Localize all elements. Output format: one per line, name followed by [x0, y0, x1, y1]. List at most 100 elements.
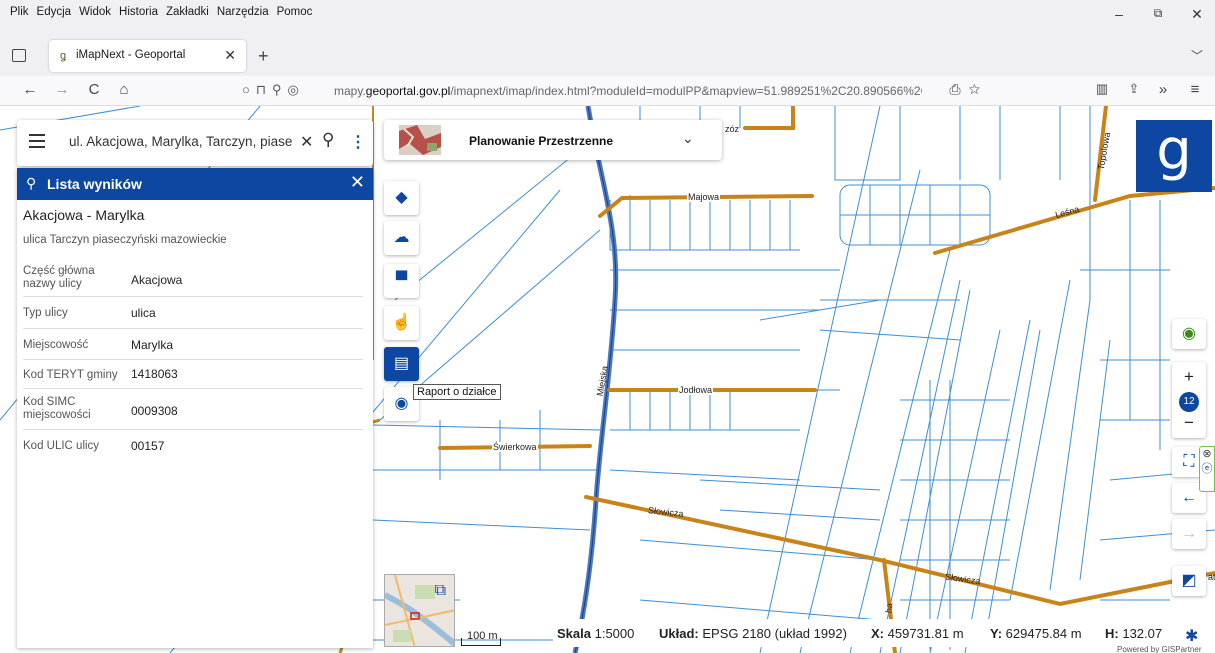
chevron-down-icon: ⌄: [682, 130, 694, 146]
shapes-icon: ◩: [1181, 572, 1197, 589]
home-button[interactable]: ⌂: [114, 81, 134, 98]
street-label-at: at: [1208, 572, 1215, 582]
attr-key: Miejscowość: [23, 339, 89, 351]
attr-value: 00157: [131, 439, 165, 453]
forward-button[interactable]: →: [52, 81, 72, 98]
app-menu-icon[interactable]: ≡: [1185, 81, 1205, 98]
result-subtitle: ulica Tarczyn piaseczyński mazowieckie: [23, 234, 227, 246]
attr-value: 0009308: [131, 404, 178, 418]
zoom-control: + 12 −: [1172, 362, 1206, 438]
menu-narzedzia[interactable]: Narzędzia: [213, 6, 273, 18]
tab-list-icon[interactable]: [12, 49, 26, 62]
overflow-icon[interactable]: »: [1153, 81, 1173, 98]
attr-row: Część główna nazwy ulicy Akacjowa: [23, 260, 363, 297]
print-icon: ▀: [395, 272, 408, 289]
street-label-ha: ha: [883, 602, 895, 614]
height-readout: H: 132.07: [1105, 626, 1163, 641]
next-view-button[interactable]: →: [1172, 519, 1206, 549]
attr-row: Kod TERYT gminy 1418063: [23, 360, 363, 389]
tab-title: iMapNext - Geoportal: [76, 49, 186, 61]
attr-value: Marylka: [131, 338, 174, 352]
attr-row: Kod ULIC ulicy 00157: [23, 430, 363, 460]
menu-items: Plik Edycja Widok Historia Zakładki Narz…: [6, 6, 316, 18]
fullscreen-icon: ⛶: [1183, 453, 1195, 470]
identify-button[interactable]: ☝: [384, 306, 419, 340]
attr-key: Typ ulicy: [23, 307, 68, 319]
attr-key: Kod SIMC miejscowości: [23, 396, 91, 421]
parcel-report-button[interactable]: ▤: [384, 347, 419, 381]
attr-key: Kod ULIC ulicy: [23, 440, 100, 452]
search-panel: ✕ ⚲ ⋮: [17, 120, 373, 166]
close-window-button[interactable]: ✕: [1182, 6, 1212, 23]
external-link-icon[interactable]: ⧉: [435, 582, 446, 600]
menu-edycja[interactable]: Edycja: [33, 6, 76, 18]
attr-value: 1418063: [131, 367, 178, 381]
menu-zakladki[interactable]: Zakładki: [162, 6, 213, 18]
site-info-icons[interactable]: ○⊓⚲◎: [242, 82, 305, 98]
layers-icon: ◆: [395, 189, 408, 206]
tab-imapnext[interactable]: ǥ iMapNext - Geoportal ✕: [49, 40, 246, 72]
results-panel: ⚲ Lista wyników ✕ Akacjowa - Marylka uli…: [17, 168, 373, 648]
powered-by: Powered by GISPartner: [1117, 645, 1202, 653]
attr-key: Część główna nazwy ulicy: [23, 265, 95, 290]
clipboard-icon: ▤: [393, 355, 410, 372]
tab-close-button[interactable]: ✕: [224, 47, 236, 64]
street-label-jodlowa: Jodłowa: [678, 385, 714, 395]
y-coordinate: Y: 629475.84 m: [990, 626, 1082, 641]
zoom-level-badge: 12: [1179, 392, 1199, 412]
new-tab-button[interactable]: +: [258, 46, 269, 67]
tools-button[interactable]: ◩: [1172, 566, 1206, 596]
locate-me-button[interactable]: ◉: [1172, 319, 1206, 349]
url-text[interactable]: mapy.geoportal.gov.pl/imapnext/imap/inde…: [334, 84, 922, 98]
attr-key: Kod TERYT gminy: [23, 369, 118, 381]
menu-plik[interactable]: Plik: [6, 6, 33, 18]
print-button[interactable]: ▀: [384, 264, 419, 298]
gear-icon[interactable]: ✱: [1185, 626, 1198, 646]
menu-pomoc[interactable]: Pomoc: [273, 6, 317, 18]
scale-bar: 100 m: [461, 630, 501, 646]
geoportal-favicon-icon: ǥ: [60, 50, 67, 62]
extension-e-icon[interactable]: ⓔ: [1200, 460, 1214, 476]
result-title[interactable]: Akacjowa - Marylka: [23, 207, 144, 223]
attr-value: ulica: [131, 306, 156, 320]
thematic-module-select[interactable]: Planowanie Przestrzenne ⌄: [384, 120, 722, 160]
menu-bar: Plik Edycja Widok Historia Zakładki Narz…: [0, 0, 1215, 36]
geoportal-logo[interactable]: g: [1136, 120, 1212, 192]
share-icon[interactable]: ⇪: [1124, 81, 1144, 97]
zoom-out-button[interactable]: −: [1172, 413, 1206, 433]
search-clear-button[interactable]: ✕: [300, 132, 313, 152]
pointer-hand-icon: ☝: [391, 314, 412, 331]
status-bar: Skala 1:5000 Układ: EPSG 2180 (układ 199…: [553, 619, 1215, 647]
overview-map[interactable]: ⧉: [384, 574, 455, 647]
attr-row: Typ ulicy ulica: [23, 297, 363, 329]
arrow-left-icon: ←: [1181, 489, 1197, 506]
results-close-button[interactable]: ✕: [350, 172, 365, 193]
street-label-majowa: Majowa: [687, 192, 721, 202]
restore-button[interactable]: ⧉: [1143, 6, 1173, 21]
search-input[interactable]: [69, 134, 299, 149]
bookmark-icons[interactable]: ⎙☆: [949, 81, 988, 98]
x-coordinate: X: 459731.81 m: [871, 626, 964, 641]
minimize-button[interactable]: –: [1104, 6, 1134, 22]
back-button[interactable]: ←: [20, 81, 40, 98]
zoom-in-button[interactable]: +: [1172, 367, 1206, 387]
reload-button[interactable]: C: [84, 81, 104, 98]
menu-widok[interactable]: Widok: [75, 6, 115, 18]
cloud-layers-button[interactable]: ☁: [384, 221, 419, 255]
street-label-zoz: zóz: [725, 124, 740, 134]
reader-view-icon[interactable]: ▥: [1092, 81, 1112, 97]
search-icon[interactable]: ⚲: [322, 130, 334, 150]
url-bar[interactable]: ○⊓⚲◎ mapy.geoportal.gov.pl/imapnext/imap…: [232, 79, 996, 103]
layers-button[interactable]: ◆: [384, 181, 419, 215]
close-circle-icon[interactable]: ⊗: [1200, 447, 1214, 460]
street-label-swierkowa: Świerkowa: [492, 442, 538, 452]
crs-readout[interactable]: Układ: EPSG 2180 (układ 1992): [659, 626, 847, 641]
extension-addon[interactable]: ⊗ ⓔ: [1199, 446, 1215, 492]
menu-historia[interactable]: Historia: [115, 6, 162, 18]
location-target-icon: ◉: [1182, 325, 1196, 342]
list-tabs-chevron-icon[interactable]: ﹀: [1191, 47, 1203, 64]
hamburger-menu-icon[interactable]: [29, 134, 45, 152]
search-more-options-icon[interactable]: ⋮: [350, 132, 366, 152]
scale-readout[interactable]: Skala 1:5000: [557, 626, 634, 641]
results-header-title: Lista wyników: [47, 176, 142, 192]
